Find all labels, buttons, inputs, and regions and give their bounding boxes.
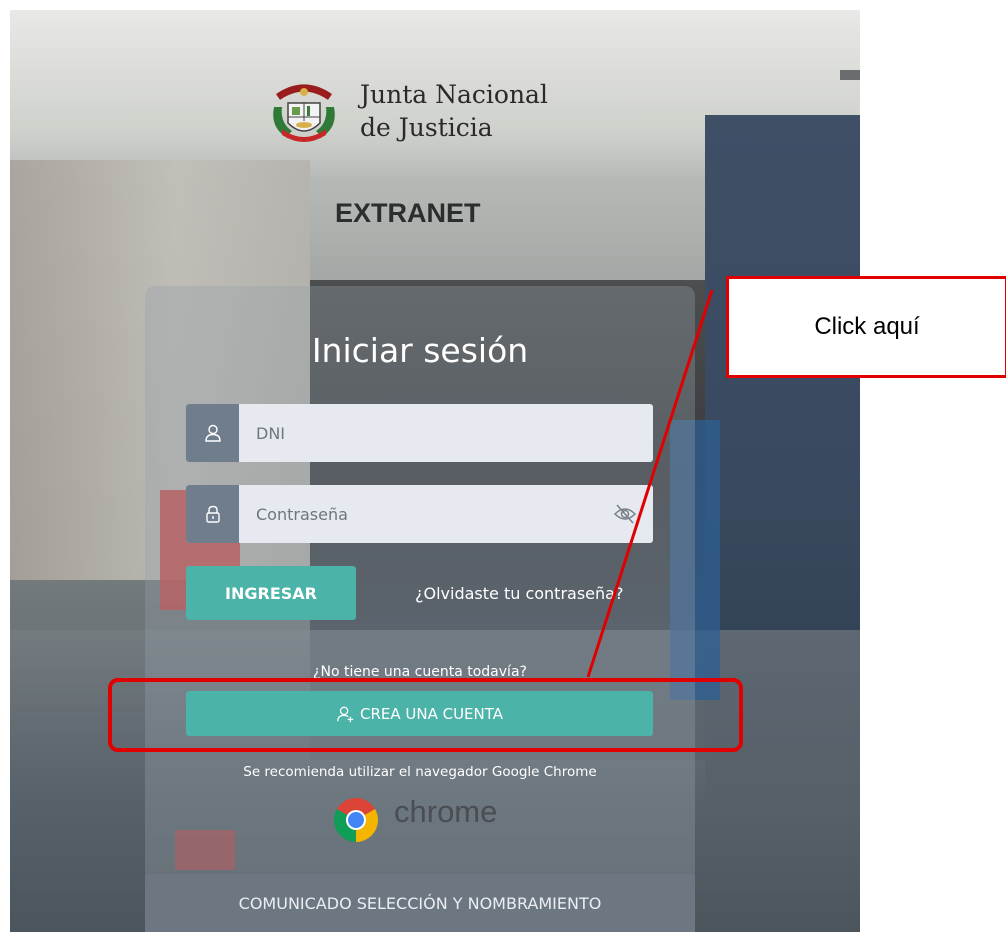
user-icon <box>186 404 239 462</box>
login-button[interactable]: INGRESAR <box>186 566 356 620</box>
user-icon-glyph <box>204 424 221 442</box>
lock-icon-glyph <box>205 505 220 523</box>
callout-box: Click aquí <box>726 276 1006 378</box>
background-light <box>840 70 860 80</box>
coat-of-arms-logo <box>273 84 335 142</box>
highlight-box <box>108 678 743 752</box>
lock-icon <box>186 485 239 543</box>
chrome-wordmark: chrome <box>394 794 498 829</box>
institution-name-line2: de Justicia <box>360 113 493 142</box>
dni-input[interactable] <box>256 404 586 462</box>
browser-recommendation: Se recomienda utilizar el navegador Goog… <box>243 764 597 780</box>
eye-off-icon[interactable] <box>613 503 637 525</box>
institution-name-line1: Junta Nacional <box>360 80 548 109</box>
password-field <box>186 485 653 543</box>
announcement-link[interactable]: COMUNICADO SELECCIÓN Y NOMBRAMIENTO <box>145 874 695 932</box>
login-title: Iniciar sesión <box>311 331 529 370</box>
chrome-logo-icon <box>334 798 378 842</box>
dni-field <box>186 404 653 462</box>
institution-name: Junta Nacional de Justicia <box>360 78 548 144</box>
forgot-password-link[interactable]: ¿Olvidaste tu contraseña? <box>415 584 623 603</box>
login-panel: Iniciar sesión INGRESAR ¿Olvidaste tu co… <box>145 286 695 932</box>
system-title: EXTRANET <box>335 198 481 228</box>
password-input[interactable] <box>256 485 586 543</box>
